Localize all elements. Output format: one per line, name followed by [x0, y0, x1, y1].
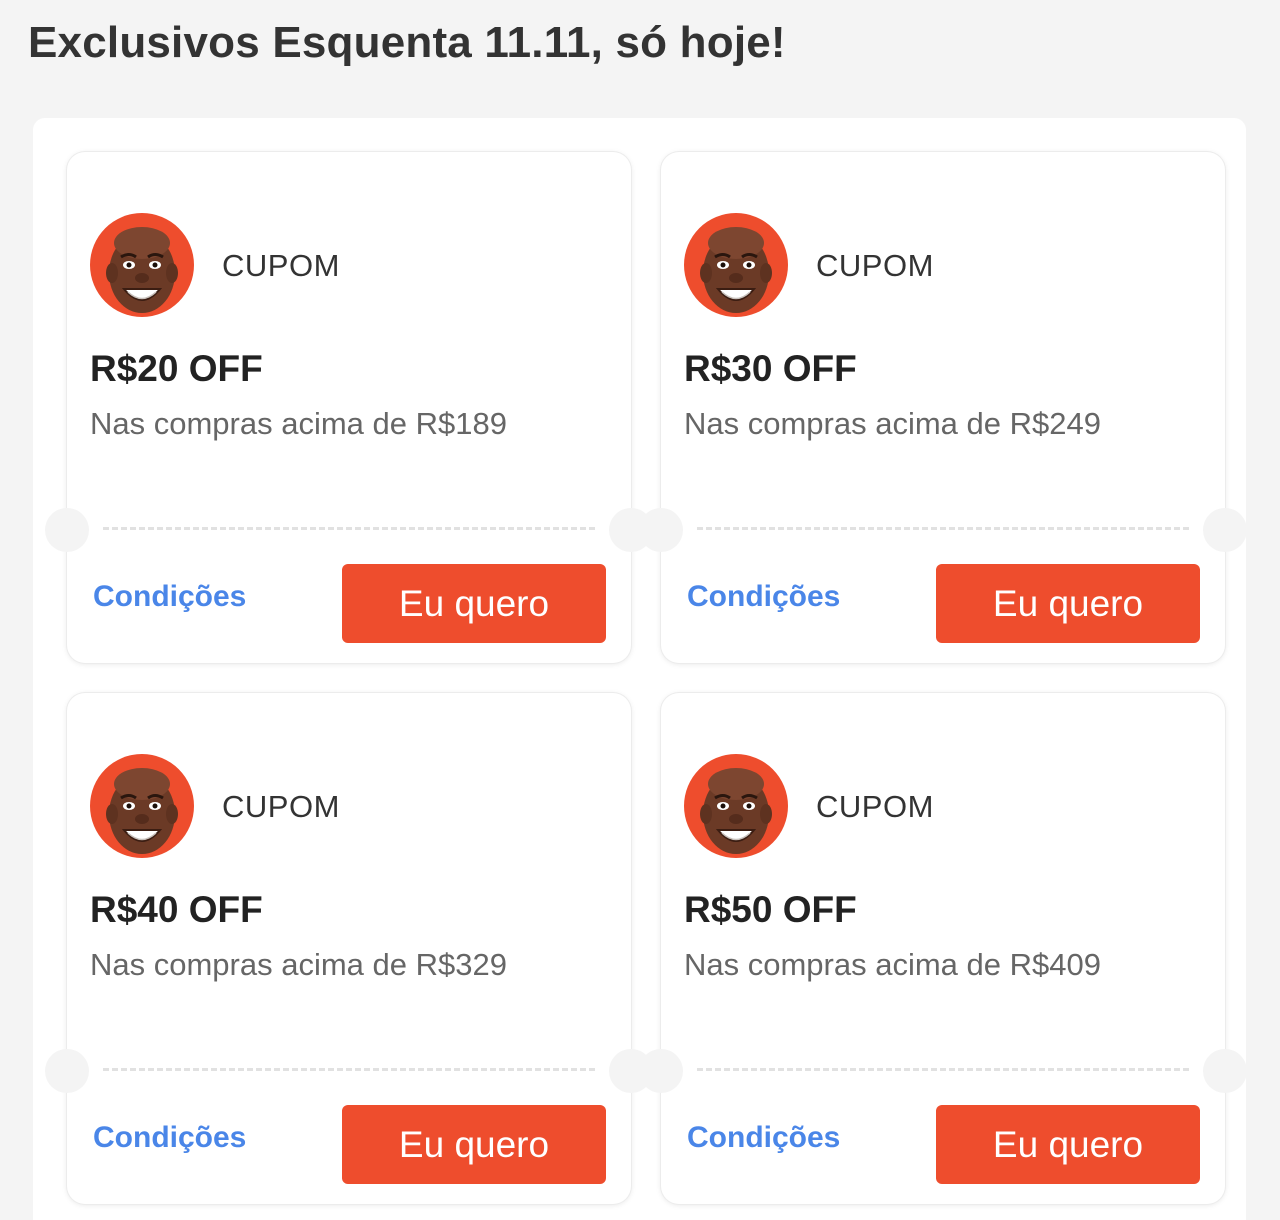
coupon-amount: R$50 OFF — [684, 889, 857, 930]
ticket-notch-right — [1203, 1049, 1247, 1093]
coupon-condition: Nas compras acima de R$329 — [90, 947, 507, 982]
coupon-label: CUPOM — [816, 248, 934, 283]
coupon-grid-panel: CUPOM R$20 OFF Nas compras acima de R$18… — [33, 118, 1247, 1220]
coupon-label: CUPOM — [222, 248, 340, 283]
coupon-amount: R$20 OFF — [90, 348, 263, 389]
ticket-divider — [103, 1068, 595, 1071]
ticket-divider — [697, 1068, 1189, 1071]
coupon-amount: R$30 OFF — [684, 348, 857, 389]
coupon-card: CUPOM R$20 OFF Nas compras acima de R$18… — [45, 152, 653, 663]
ticket-notch-right — [1203, 508, 1247, 552]
claim-coupon-button[interactable]: Eu quero — [936, 1105, 1200, 1184]
coupon-card: CUPOM R$30 OFF Nas compras acima de R$24… — [639, 152, 1247, 663]
page-title: Exclusivos Esquenta 11.11, só hoje! — [28, 18, 786, 67]
conditions-link[interactable]: Condições — [93, 1121, 246, 1155]
coupon-label: CUPOM — [816, 789, 934, 824]
coupon-condition: Nas compras acima de R$249 — [684, 406, 1101, 441]
conditions-link[interactable]: Condições — [687, 1121, 840, 1155]
avatar-face-icon — [90, 754, 194, 858]
avatar-face-icon — [684, 213, 788, 317]
coupon-label: CUPOM — [222, 789, 340, 824]
ticket-notch-left — [45, 1049, 89, 1093]
ticket-divider — [697, 527, 1189, 530]
avatar-face-icon — [684, 754, 788, 858]
coupon-condition: Nas compras acima de R$409 — [684, 947, 1101, 982]
coupon-page: Exclusivos Esquenta 11.11, só hoje! CUPO… — [0, 0, 1280, 1220]
coupon-condition: Nas compras acima de R$189 — [90, 406, 507, 441]
avatar-face-icon — [90, 213, 194, 317]
coupon-amount: R$40 OFF — [90, 889, 263, 930]
ticket-divider — [103, 527, 595, 530]
conditions-link[interactable]: Condições — [93, 580, 246, 614]
coupon-card: CUPOM R$50 OFF Nas compras acima de R$40… — [639, 693, 1247, 1204]
coupon-card: CUPOM R$40 OFF Nas compras acima de R$32… — [45, 693, 653, 1204]
claim-coupon-button[interactable]: Eu quero — [342, 1105, 606, 1184]
claim-coupon-button[interactable]: Eu quero — [936, 564, 1200, 643]
conditions-link[interactable]: Condições — [687, 580, 840, 614]
ticket-notch-left — [639, 508, 683, 552]
claim-coupon-button[interactable]: Eu quero — [342, 564, 606, 643]
ticket-notch-left — [639, 1049, 683, 1093]
ticket-notch-left — [45, 508, 89, 552]
